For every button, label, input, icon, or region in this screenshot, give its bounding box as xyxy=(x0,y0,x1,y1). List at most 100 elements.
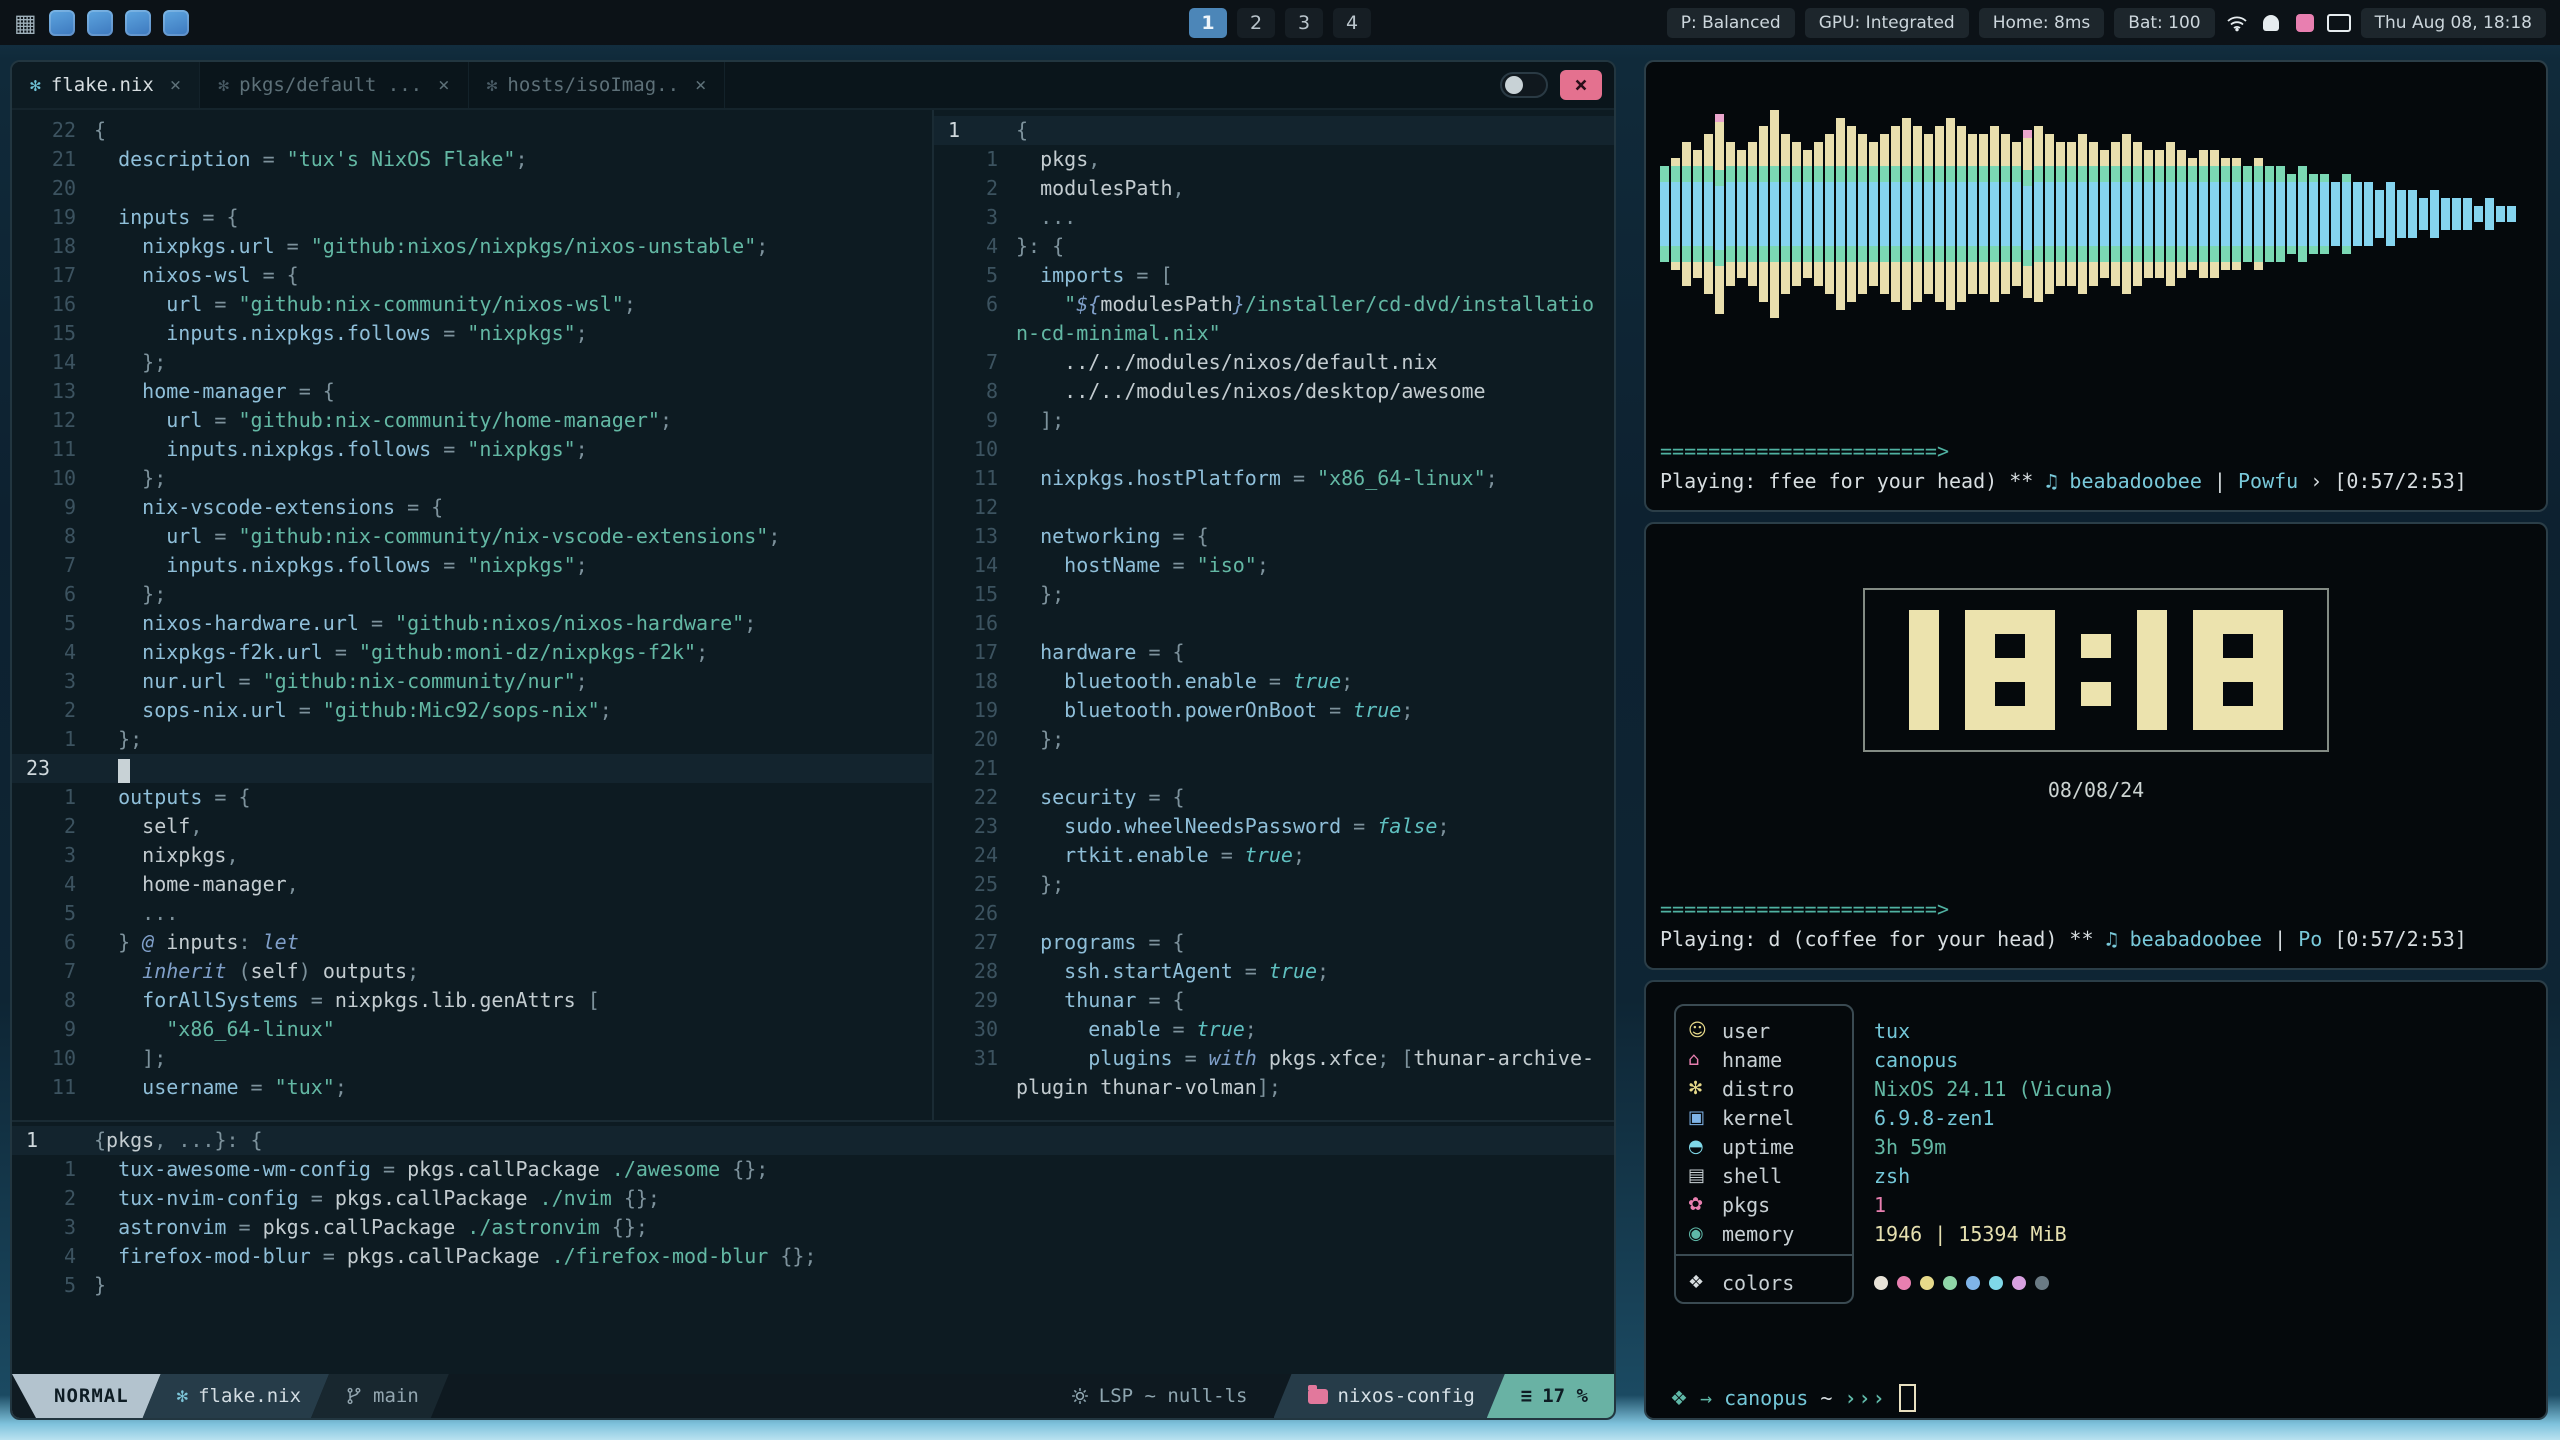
visualizer-bar xyxy=(2364,182,2373,246)
code-line: 9 "x86_64-linux" xyxy=(12,1015,932,1044)
nix-icon: ✻ xyxy=(30,75,41,96)
code-line: 1{ xyxy=(934,116,1614,145)
editor-pane-bottom[interactable]: 1{pkgs, ...}: {1 tux-awesome-wm-config =… xyxy=(12,1120,1614,1380)
visualizer-bar xyxy=(2122,134,2131,294)
ghost-icon[interactable] xyxy=(2259,11,2283,35)
status-chip: P: Balanced xyxy=(1667,8,1795,38)
fetch-row: ◓uptime3h 59m xyxy=(1688,1132,2530,1161)
editor-tab[interactable]: ✻pkgs/default ...× xyxy=(200,62,468,108)
code-line: 4 nixpkgs-f2k.url = "github:moni-dz/nixp… xyxy=(12,638,932,667)
code-line: 5 ... xyxy=(12,899,932,928)
fetch-row: ◉memory1946 | 15394 MiB xyxy=(1688,1219,2530,1248)
track-progress: =======================> xyxy=(1660,436,2532,466)
editor-pane-right[interactable]: 1{1 pkgs,2 modulesPath,3 ...4}: {5 impor… xyxy=(934,110,1614,1120)
pinned-app-icon[interactable] xyxy=(125,10,151,36)
code-line: 3 nur.url = "github:nix-community/nur"; xyxy=(12,667,932,696)
clock-digits xyxy=(1909,610,2283,730)
distro-icon: ✻ xyxy=(1688,1078,1722,1099)
code-line: 6 } @ inputs: let xyxy=(12,928,932,957)
visualizer-bar xyxy=(2485,198,2494,230)
fetch-row: ☺usertux xyxy=(1688,1016,2530,1045)
visualizer-bar xyxy=(2342,174,2351,254)
code-line: 29 thunar = { xyxy=(934,986,1614,1015)
color-dot xyxy=(1920,1276,1934,1290)
fetch-window[interactable]: ☺usertux⌂hnamecanopus✻distroNixOS 24.11 … xyxy=(1644,980,2548,1420)
workspace-button[interactable]: 2 xyxy=(1237,8,1275,38)
clock-window[interactable]: 08/08/24 =======================> Playin… xyxy=(1644,522,2548,970)
workspace-button[interactable]: 3 xyxy=(1285,8,1323,38)
status-chip: GPU: Integrated xyxy=(1805,8,1969,38)
code-line: 11 username = "tux"; xyxy=(12,1073,932,1102)
code-line: 2 modulesPath, xyxy=(934,174,1614,203)
code-line: 19 inputs = { xyxy=(12,203,932,232)
fetch-label: hname xyxy=(1722,1048,1854,1072)
visualizer-bar xyxy=(1803,150,1812,278)
visualizer-bar xyxy=(2232,158,2241,270)
editor-tab[interactable]: ✻flake.nix× xyxy=(12,62,200,108)
visualizer-bar xyxy=(2276,166,2285,262)
window-close-button[interactable]: × xyxy=(1560,70,1602,100)
fetch-value: tux xyxy=(1874,1019,1910,1043)
now-playing: Playing: d (coffee for your head) ** ♫ b… xyxy=(1660,924,2532,954)
workspace-button[interactable]: 1 xyxy=(1189,8,1227,38)
datetime: Thu Aug 08, 18:18 xyxy=(2361,8,2546,38)
topbar: ▦ 1234 P: BalancedGPU: IntegratedHome: 8… xyxy=(0,0,2560,45)
tab-close-icon[interactable]: × xyxy=(170,74,181,96)
code-line: 21 description = "tux's NixOS Flake"; xyxy=(12,145,932,174)
tab-close-icon[interactable]: × xyxy=(695,74,706,96)
visualizer-bar xyxy=(2177,150,2186,278)
visualizer-bar xyxy=(1902,118,1911,310)
prompt-path: ~ xyxy=(1808,1386,1844,1410)
fetch-value: canopus xyxy=(1874,1048,1958,1072)
pinned-app-icon[interactable] xyxy=(163,10,189,36)
fetch-label: uptime xyxy=(1722,1135,1854,1159)
code-line: 12 xyxy=(934,493,1614,522)
code-line: 12 url = "github:nix-community/home-mana… xyxy=(12,406,932,435)
tty-clock xyxy=(1863,588,2329,752)
shell-prompt[interactable]: ❖ → canopus ~ ››› xyxy=(1670,1384,1916,1412)
visualizer-window[interactable]: =======================> Playing: ffee f… xyxy=(1644,60,2548,512)
wifi-icon[interactable] xyxy=(2225,11,2249,35)
code-line: 21 xyxy=(934,754,1614,783)
visualizer-bar xyxy=(1847,126,1856,302)
terminal-colors xyxy=(1874,1276,2049,1290)
visualizer-bar xyxy=(1693,150,1702,278)
pinned-app-icon[interactable] xyxy=(87,10,113,36)
visualizer-bar xyxy=(1814,142,1823,286)
code-line: 14 }; xyxy=(12,348,932,377)
display-icon[interactable] xyxy=(2327,11,2351,35)
code-line: 1 outputs = { xyxy=(12,783,932,812)
code-line: 23 sudo.wheelNeedsPassword = false; xyxy=(934,812,1614,841)
pinned-app-icon[interactable] xyxy=(49,10,75,36)
editor-pane-left[interactable]: 22{21 description = "tux's NixOS Flake";… xyxy=(12,110,934,1120)
visualizer-bar xyxy=(1979,134,1988,294)
visualizer-bar xyxy=(2463,198,2472,230)
code-line: 9 ]; xyxy=(934,406,1614,435)
code-line: 11 inputs.nixpkgs.follows = "nixpkgs"; xyxy=(12,435,932,464)
code-line: 7 inherit (self) outputs; xyxy=(12,957,932,986)
editor-tab[interactable]: ✻hosts/isoImag..× xyxy=(469,62,726,108)
visualizer-bar xyxy=(1748,142,1757,286)
tab-close-icon[interactable]: × xyxy=(438,74,449,96)
editor-tabs: ✻flake.nix×✻pkgs/default ...×✻hosts/isoI… xyxy=(12,62,725,108)
visualizer-bar xyxy=(2430,190,2439,238)
visualizer-bar xyxy=(1913,126,1922,302)
app-grid-icon[interactable]: ▦ xyxy=(14,9,37,37)
visualizer-bar xyxy=(2001,134,2010,294)
visualizer-bar xyxy=(2287,174,2296,254)
visualizer-bar xyxy=(1825,134,1834,294)
visualizer-bar xyxy=(2111,142,2120,286)
code-line: 6 }; xyxy=(12,580,932,609)
visualizer-bar xyxy=(2243,166,2252,262)
toggle-switch[interactable] xyxy=(1500,72,1548,98)
code-line: n-cd-minimal.nix" xyxy=(934,319,1614,348)
code-line: 10 xyxy=(934,435,1614,464)
visualizer-bar xyxy=(2056,142,2065,286)
visualizer-bar xyxy=(1715,114,1724,314)
code-line: 13 home-manager = { xyxy=(12,377,932,406)
workspace-button[interactable]: 4 xyxy=(1333,8,1371,38)
palette-icon: ❖ xyxy=(1688,1272,1722,1293)
color-dot xyxy=(2012,1276,2026,1290)
fetch-label: distro xyxy=(1722,1077,1854,1101)
recorder-icon[interactable] xyxy=(2293,11,2317,35)
